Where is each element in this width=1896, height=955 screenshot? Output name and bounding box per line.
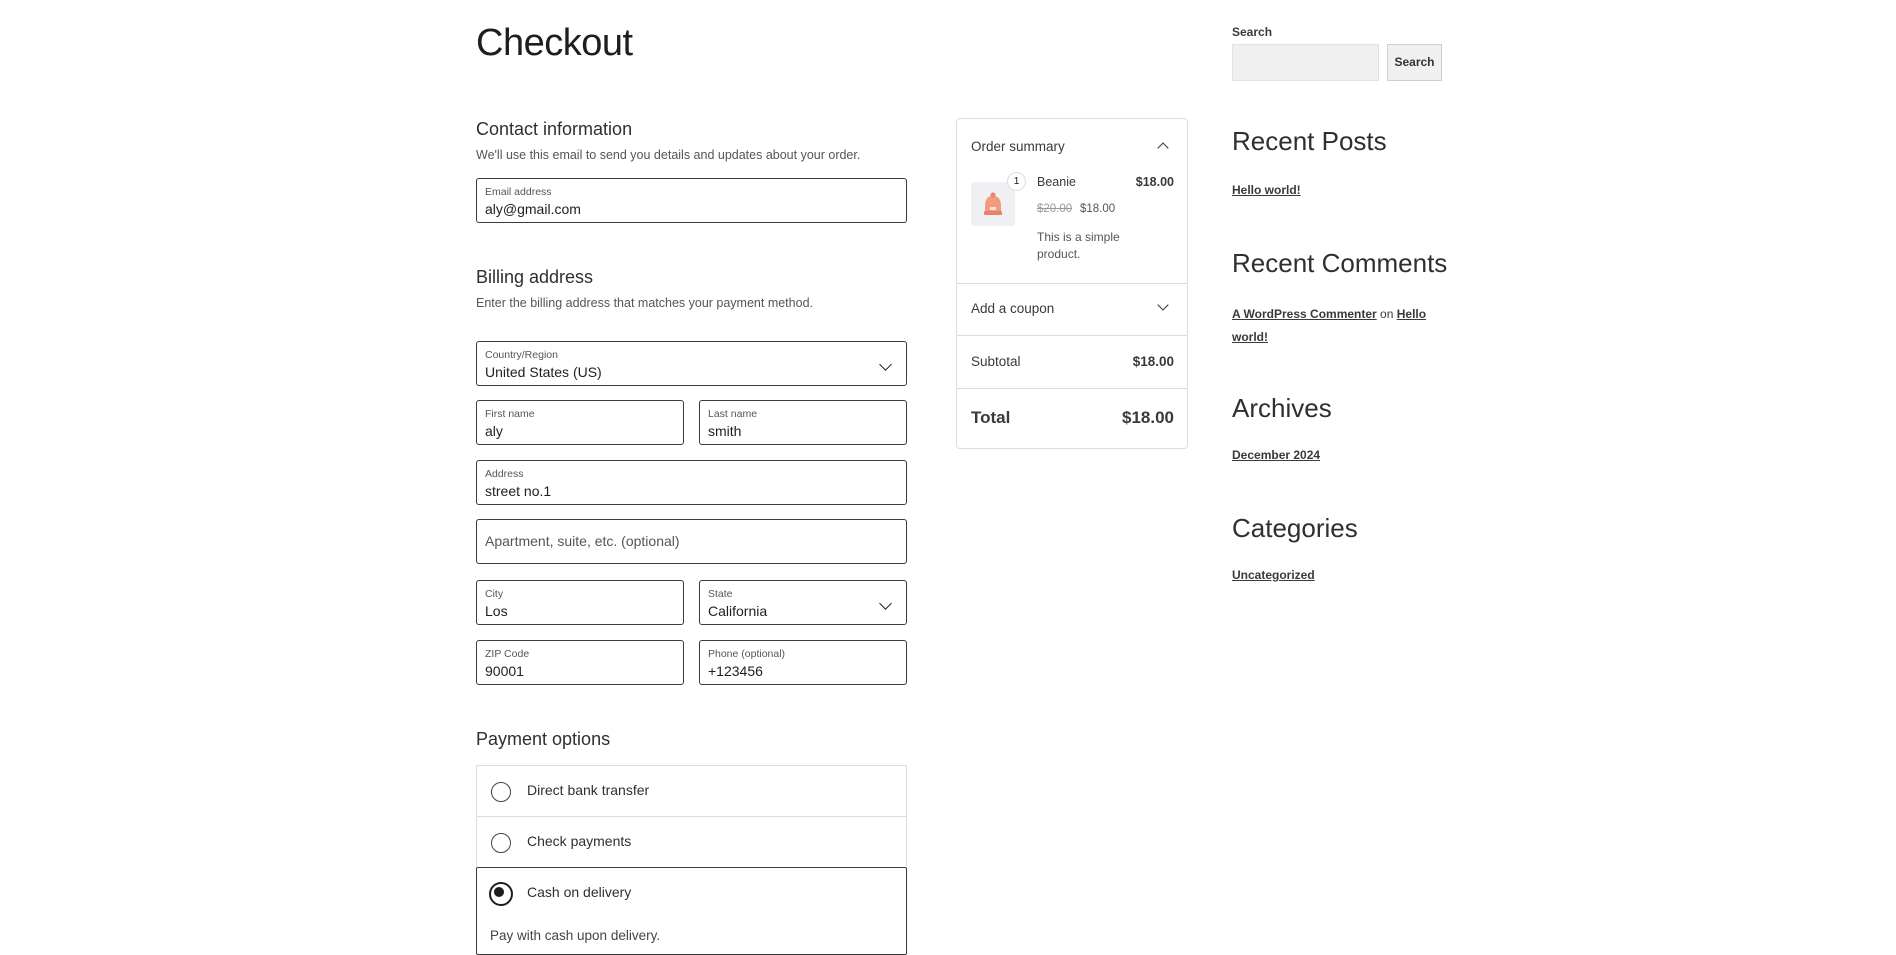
city-value: Los	[485, 603, 508, 619]
address-label: Address	[485, 468, 524, 480]
first-name-value: aly	[485, 423, 503, 439]
email-field[interactable]: Email address aly@gmail.com	[476, 178, 907, 223]
archives-title: Archives	[1232, 393, 1332, 423]
beanie-icon	[971, 182, 1015, 226]
product-name: Beanie	[1037, 175, 1076, 189]
regular-price: $20.00	[1037, 203, 1073, 215]
order-summary-title: Order summary	[971, 139, 1065, 154]
phone-value: +123456	[708, 663, 763, 679]
apartment-field[interactable]: Apartment, suite, etc. (optional)	[476, 519, 907, 564]
recent-posts-title: Recent Posts	[1232, 126, 1387, 156]
payment-option-label: Cash on delivery	[527, 884, 632, 900]
billing-title: Billing address	[476, 267, 594, 287]
first-name-field[interactable]: First name aly	[476, 400, 684, 445]
payment-option-cod[interactable]: Cash on delivery Pay with cash upon deli…	[476, 867, 907, 955]
payment-option-check[interactable]: Check payments	[476, 816, 907, 867]
order-summary: Order summary 1 Beanie $18.00 $20.00 $18…	[956, 118, 1188, 449]
city-label: City	[485, 588, 504, 600]
subtotal-value: $18.00	[1132, 354, 1174, 369]
state-value: California	[708, 603, 768, 619]
payment-option-label: Check payments	[527, 833, 632, 849]
contact-title: Contact information	[476, 119, 633, 139]
category-link[interactable]: Uncategorized	[1232, 568, 1315, 582]
radio-check[interactable]	[491, 833, 511, 853]
state-label: State	[708, 588, 733, 600]
address-field[interactable]: Address street no.1	[476, 460, 907, 505]
subtotal-row: Subtotal $18.00	[957, 335, 1187, 389]
quantity-badge: 1	[1007, 172, 1026, 191]
email-label: Email address	[485, 186, 552, 198]
comment-on-text: on	[1380, 307, 1394, 321]
billing-description: Enter the billing address that matches y…	[476, 296, 813, 310]
email-value: aly@gmail.com	[485, 201, 581, 217]
payment-option-label: Direct bank transfer	[527, 782, 650, 798]
total-row: Total $18.00	[957, 388, 1187, 449]
zip-value: 90001	[485, 663, 524, 679]
state-select[interactable]: State California	[699, 580, 907, 625]
phone-field[interactable]: Phone (optional) +123456	[699, 640, 907, 685]
recent-comments-title: Recent Comments	[1232, 248, 1448, 278]
address-value: street no.1	[485, 483, 552, 499]
categories-title: Categories	[1232, 513, 1358, 543]
zip-field[interactable]: ZIP Code 90001	[476, 640, 684, 685]
subtotal-label: Subtotal	[971, 354, 1021, 369]
total-value: $18.00	[1122, 408, 1174, 427]
payment-option-bank[interactable]: Direct bank transfer	[476, 765, 907, 816]
contact-description: We'll use this email to send you details…	[476, 148, 861, 162]
comment-author-link[interactable]: A WordPress Commenter	[1232, 307, 1377, 321]
city-field[interactable]: City Los	[476, 580, 684, 625]
total-label: Total	[971, 408, 1011, 427]
last-name-label: Last name	[708, 408, 758, 420]
chevron-down-icon	[879, 597, 892, 610]
radio-cod[interactable]	[489, 882, 513, 906]
archive-link[interactable]: December 2024	[1232, 448, 1320, 462]
apartment-placeholder: Apartment, suite, etc. (optional)	[485, 533, 680, 549]
radio-bank[interactable]	[491, 782, 511, 802]
phone-label: Phone (optional)	[708, 648, 786, 660]
chevron-down-icon	[879, 358, 892, 371]
coupon-toggle[interactable]: Add a coupon	[957, 283, 1187, 336]
country-value: United States (US)	[485, 364, 602, 380]
search-button[interactable]: Search	[1387, 44, 1442, 81]
search-input[interactable]	[1232, 44, 1379, 81]
last-name-field[interactable]: Last name smith	[699, 400, 907, 445]
payment-title: Payment options	[476, 729, 611, 749]
recent-comment: A WordPress Commenter on Hello world!	[1232, 303, 1432, 349]
first-name-label: First name	[485, 408, 535, 420]
chevron-up-icon[interactable]	[1157, 142, 1169, 154]
product-price: $18.00	[1135, 175, 1174, 189]
country-select[interactable]: Country/Region United States (US)	[476, 341, 907, 386]
chevron-down-icon	[1157, 299, 1169, 311]
page-title: Checkout	[476, 22, 633, 64]
coupon-label: Add a coupon	[971, 301, 1055, 316]
recent-post-link[interactable]: Hello world!	[1232, 183, 1301, 197]
sale-price: $18.00	[1080, 203, 1116, 215]
search-label: Search	[1232, 25, 1273, 39]
zip-label: ZIP Code	[485, 648, 530, 660]
country-label: Country/Region	[485, 349, 558, 361]
payment-description: Pay with cash upon delivery.	[490, 928, 661, 943]
last-name-value: smith	[708, 423, 742, 439]
product-description: This is a simple product.	[1037, 230, 1120, 261]
